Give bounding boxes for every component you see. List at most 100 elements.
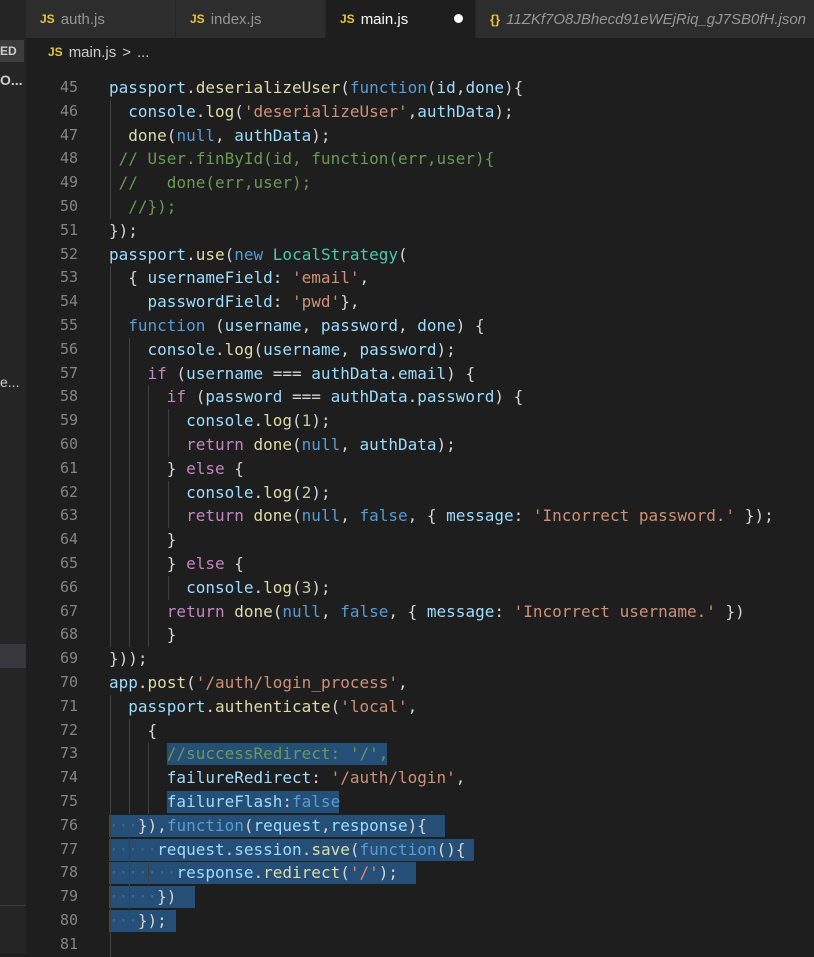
code-token: }); [735, 506, 774, 526]
code-line[interactable]: 59 console.log(1); [26, 409, 814, 433]
code-line[interactable]: 69})); [26, 647, 814, 671]
code-line[interactable]: 46 console.log('deserializeUser',authDat… [26, 99, 814, 124]
code-line[interactable]: 53 { usernameField: 'email', [26, 266, 814, 291]
line-number: 57 [59, 363, 78, 382]
code-line[interactable]: 50 //}); [26, 195, 814, 219]
code-token: . [186, 244, 196, 264]
explorer-item-truncated-2[interactable]: e... [0, 374, 19, 390]
code-token: false [359, 506, 408, 526]
code-token: console [186, 411, 254, 431]
breadcrumb-file[interactable]: main.js [69, 44, 117, 61]
code-line[interactable]: 75 failureFlash:false [26, 790, 814, 814]
code-text: // User.finById(id, function(err,user){ [109, 147, 495, 171]
explorer-header[interactable]: ED [0, 40, 24, 62]
explorer-selected-row[interactable] [0, 644, 26, 668]
code-line[interactable]: 48 // User.finById(id, function(err,user… [26, 147, 814, 172]
line-number: 79 [59, 887, 78, 906]
code-token: ); [436, 339, 456, 359]
code-line[interactable]: 61 } else { [26, 456, 814, 481]
line-number: 65 [59, 554, 78, 572]
code-line[interactable]: 65 } else { [26, 552, 814, 576]
code-token: ··· [109, 911, 138, 930]
code-line[interactable]: 58 if (password === authData.password) { [26, 385, 814, 410]
code-token: 'Incorrect password.' [532, 506, 736, 526]
code-token: //successRedirect: '/', [166, 744, 389, 764]
explorer-item-truncated[interactable]: O... [0, 72, 23, 88]
code-line[interactable]: 54 passwordField: 'pwd'}, [26, 290, 814, 314]
code-token: // done(err,user); [118, 173, 312, 193]
code-token: done [465, 78, 504, 97]
code-token: log [205, 101, 235, 121]
code-token: return [166, 601, 225, 621]
code-token: . [301, 839, 312, 859]
code-token: , [320, 815, 331, 835]
tab-auth-js[interactable]: JS auth.js [26, 0, 176, 38]
tab-json-file[interactable]: {} 11ZKf7O8JBhecd91eWEjRiq_gJ7SB0fH.json [476, 0, 814, 38]
code-line[interactable]: 70 app.post('/auth/login_process', [26, 671, 814, 695]
line-number: 59 [59, 411, 78, 430]
code-line[interactable]: 79 ·····}) [26, 885, 814, 909]
code-line[interactable]: 60 return done(null, authData); [26, 433, 814, 457]
code-line[interactable]: 78 ·······response.redirect('/'); [26, 861, 814, 886]
code-token: , [214, 125, 235, 145]
code-token: : [311, 768, 331, 788]
code-line[interactable]: 80 ···}); [26, 909, 814, 933]
code-line[interactable]: 49 // done(err,user); [26, 171, 814, 195]
code-token: ( [166, 125, 177, 145]
code-token: , [340, 435, 360, 454]
code-line[interactable]: 55 function (username, password, done) { [26, 314, 814, 338]
code-line[interactable]: 67 return done(null, false, { message: '… [26, 599, 814, 624]
code-line[interactable]: 63 return done(null, false, { message: '… [26, 504, 814, 529]
code-line[interactable]: 74 failureRedirect: '/auth/login', [26, 766, 814, 790]
tab-label: main.js [360, 10, 409, 28]
code-token: log [263, 577, 293, 597]
code-token: . [186, 78, 196, 97]
code-line[interactable]: 47 done(null, authData); [26, 123, 814, 148]
code-line[interactable]: 51}); [26, 219, 814, 243]
code-line[interactable]: 81 [26, 932, 814, 957]
code-token: console [147, 339, 215, 359]
code-text: if (username === authData.email) { [109, 362, 476, 386]
code-token: ( [340, 863, 350, 883]
line-number: 58 [59, 387, 78, 406]
code-token: console [186, 577, 254, 597]
code-token: , { [388, 601, 427, 621]
tab-bar: JS auth.js JS index.js JS main.js {} 11Z… [0, 0, 814, 38]
code-token: response [176, 863, 254, 883]
tab-index-js[interactable]: JS index.js [176, 0, 326, 38]
code-token: false [292, 792, 341, 811]
code-token: { [109, 720, 158, 740]
code-token: ); [311, 482, 331, 502]
line-number: 68 [59, 625, 78, 644]
tab-main-js[interactable]: JS main.js [326, 0, 476, 38]
code-line[interactable]: 66 console.log(3); [26, 575, 814, 600]
code-line[interactable]: 45 passport.deserializeUser(function(id,d… [26, 76, 814, 100]
code-line[interactable]: 62 console.log(2); [26, 480, 814, 505]
code-text: failureFlash:false [109, 790, 340, 814]
code-line[interactable]: 76 ···}),function(request,response){ [26, 813, 814, 838]
code-line[interactable]: 57 if (username === authData.email) { [26, 361, 814, 386]
code-line[interactable]: 73 //successRedirect: '/', [26, 742, 814, 767]
code-token: function [349, 78, 427, 97]
code-line[interactable]: 56 console.log(username, password); [26, 337, 814, 362]
code-token: }); [109, 220, 138, 240]
code-line[interactable]: 71 passport.authenticate('local', [26, 694, 814, 719]
code-editor[interactable]: 45 passport.deserializeUser(function(id,d… [26, 66, 814, 957]
line-number: 78 [59, 863, 78, 882]
code-line[interactable]: 68 } [26, 623, 814, 648]
code-line[interactable]: 77 ·····request.session.save(function(){ [26, 837, 814, 862]
code-text: console.log(3); [109, 576, 331, 600]
code-text: passport.deserializeUser(function(id,don… [109, 76, 523, 100]
code-token: . [205, 696, 215, 716]
code-line[interactable]: 52 passport.use(new LocalStrategy( [26, 243, 814, 267]
unsaved-changes-dot-icon[interactable] [454, 14, 463, 23]
breadcrumb-symbol[interactable]: ... [137, 44, 150, 61]
line-number: 48 [59, 149, 78, 168]
code-line[interactable]: 64 } [26, 528, 814, 552]
code-line[interactable]: 72 { [26, 718, 814, 743]
code-text: { [109, 719, 158, 743]
